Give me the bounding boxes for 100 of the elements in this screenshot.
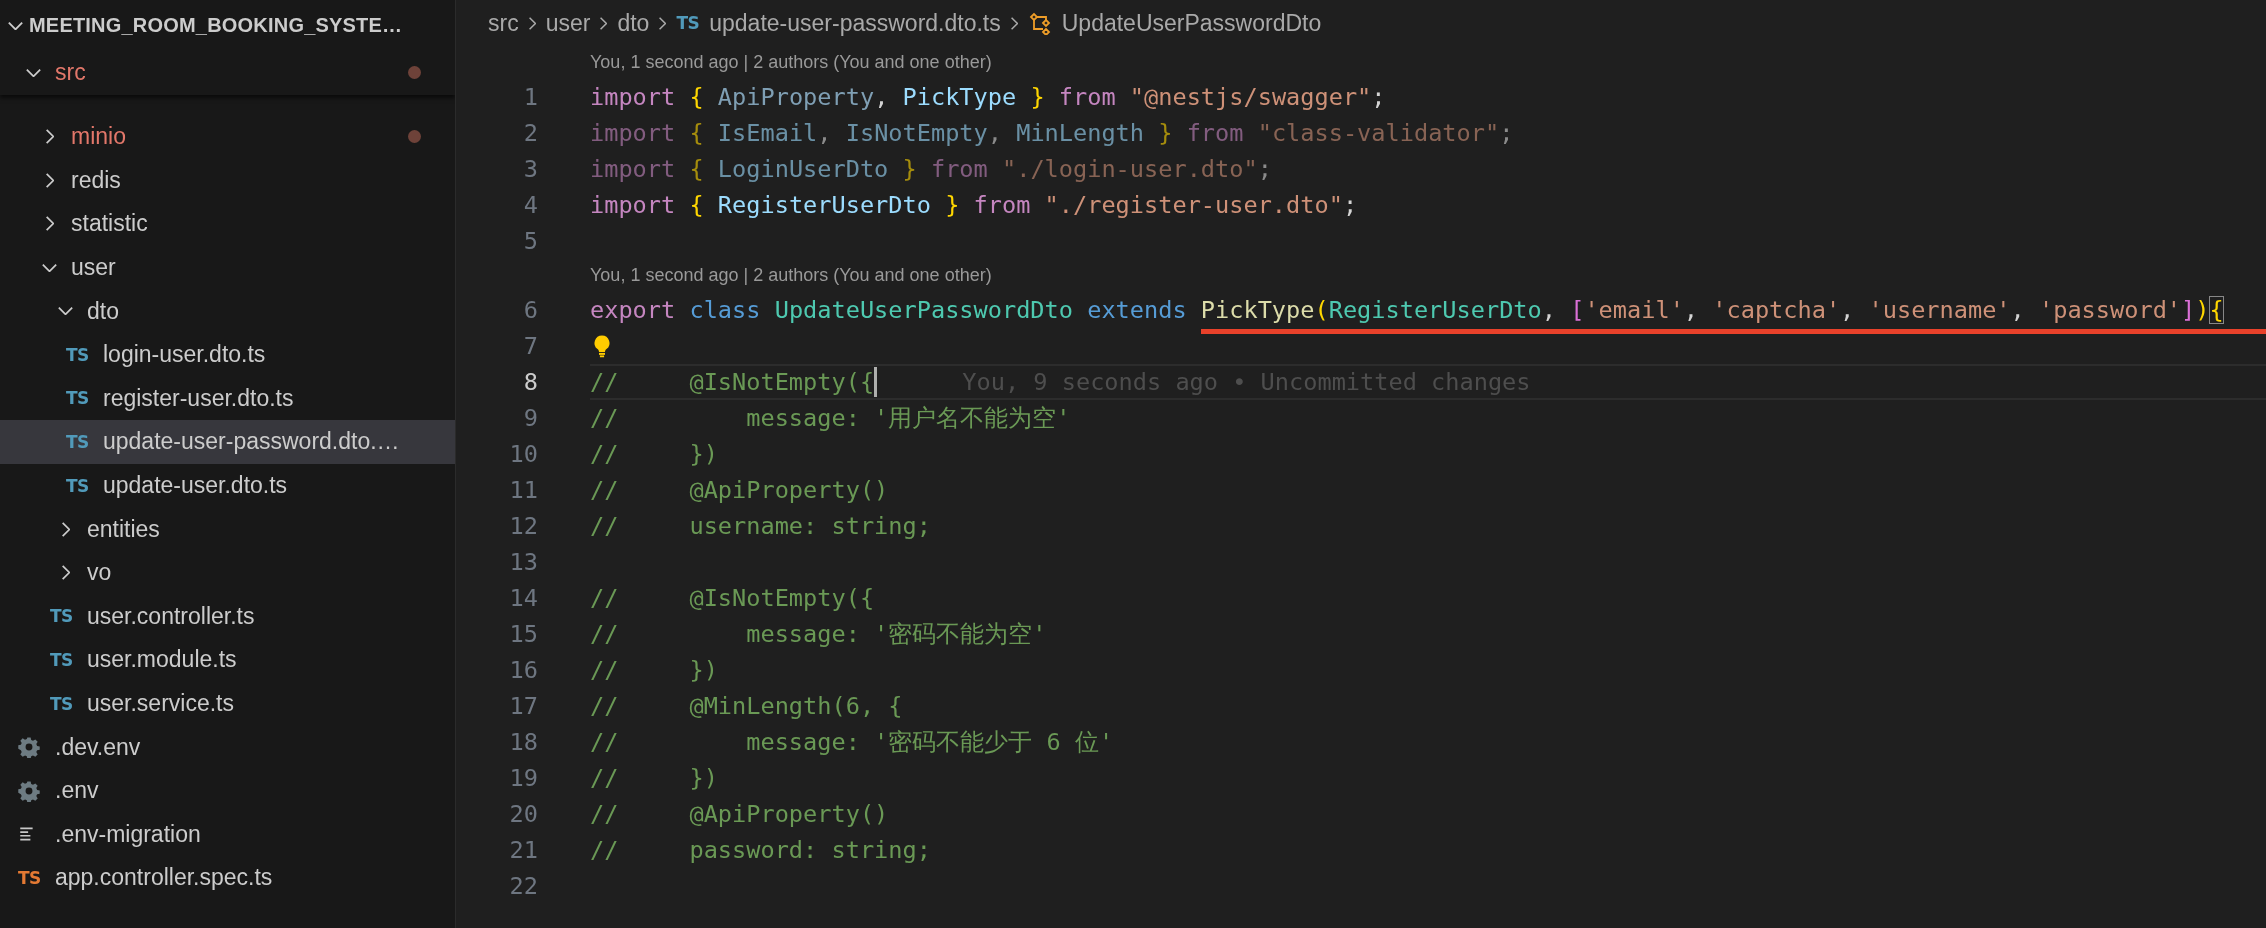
breadcrumb-item[interactable]: user [545,9,591,37]
typescript-icon: TS [66,431,89,452]
folder-row[interactable]: statistic [0,202,455,246]
code-token: ; [1371,83,1386,111]
code-token: UpdateUserPasswordDto [773,296,1073,324]
folder-row[interactable]: user [0,245,455,290]
tree-label: user.service.ts [87,690,234,717]
tree-label: redis [71,166,121,194]
code-token: // message: '用户名不能为空' [590,403,1071,434]
codelens-text[interactable]: You, 1 second ago | 2 authors (You and one other) [590,265,992,286]
line-number: 6 [522,296,538,324]
project-title[interactable]: MEETING_ROOM_BOOKING_SYSTE… [29,14,403,37]
code-token: } [944,191,960,219]
breadcrumb-item[interactable]: dto [617,9,650,37]
code-token: IsNotEmpty [845,119,988,147]
text-cursor [874,367,878,397]
line-number: 9 [522,404,538,432]
file-row[interactable]: TS app.controller.spec.ts [0,856,455,900]
code-token: IsEmail [716,119,818,147]
file-row[interactable]: TS register-user.dto.ts [0,376,455,421]
code-token: , [817,119,833,147]
codelens-text[interactable]: You, 1 second ago | 2 authors (You and one other) [590,52,992,73]
class-icon [1027,11,1052,35]
typescript-icon: TS [66,388,89,409]
code-token: PickType [902,83,1017,111]
line-number: 7 [522,332,538,360]
code-token: // }) [590,656,718,684]
code-token: ; [1342,191,1358,219]
tree-label: update-user-password.dto.… [103,428,400,456]
tree-label: user.module.ts [87,646,237,674]
line-number: 18 [508,728,538,756]
code-token: { [688,83,704,111]
tree-label: register-user.dto.ts [103,384,294,412]
file-row[interactable]: TS login-user.dto.ts [0,332,455,377]
line-number: 5 [522,227,538,255]
code-token: MinLength [1016,119,1145,147]
code-token: import [590,119,676,147]
typescript-icon: TS [676,13,700,33]
folder-row[interactable]: entities [0,507,455,551]
code-token: { [688,119,704,147]
folder-row[interactable]: minio [0,115,455,159]
code-token: // @ApiProperty() [590,476,889,504]
code-token: // message: '密码不能少于 6 位' [590,727,1114,758]
gear-icon [18,736,40,759]
code-token: // @IsNotEmpty({ [590,584,875,612]
pinned-folder-row[interactable]: src [0,51,455,95]
folder-row[interactable]: dto [0,289,455,333]
code-token: 'username' [1868,296,2011,324]
code-token: from [929,155,988,183]
breadcrumb-item[interactable]: update-user-password.dto.ts [709,9,1001,37]
typescript-icon: TS [50,649,73,670]
code-token: "./register-user.dto" [1043,191,1343,219]
code-token: // username: string; [590,512,931,540]
chevron-down-icon[interactable] [8,21,23,30]
code-token: "./login-user.dto" [1001,155,1258,183]
line-number: 22 [508,872,538,900]
line-number: 13 [508,548,538,576]
modified-dot [408,130,421,144]
line-number: 16 [508,656,538,684]
tree-label: entities [87,515,160,543]
code-token: ; [1499,119,1514,147]
tree-label: app.controller.spec.ts [55,864,273,892]
code-token: 'email' [1584,296,1684,324]
line-number: 21 [508,836,538,864]
tree-label: .env [55,777,99,805]
file-row[interactable]: TS user.module.ts [0,638,455,682]
line-number: 1 [522,83,538,111]
code-token: , [1541,296,1557,324]
tree-label: src [55,59,86,87]
chevron-right-icon [659,16,667,30]
line-number: 4 [522,191,538,219]
folder-row[interactable]: redis [0,158,455,203]
code-token: 'captcha' [1712,296,1841,324]
selected-file-row[interactable]: TS update-user-password.dto.… [0,420,455,464]
gear-icon [18,779,40,802]
code-token: , [2010,296,2026,324]
tree-label: .env-migration [55,820,201,848]
line-number: 10 [508,440,538,468]
code-token: ApiProperty [716,83,875,111]
breadcrumb-item[interactable]: src [488,9,519,37]
folder-row[interactable]: vo [0,550,455,595]
line-number: 2 [522,119,538,147]
file-row[interactable]: TS update-user.dto.ts [0,463,455,508]
line-number: 12 [508,512,538,540]
code-token: } [1029,83,1045,111]
file-row[interactable]: .dev.env [0,725,455,769]
line-number: 3 [522,155,538,183]
breadcrumb-item[interactable]: UpdateUserPasswordDto [1061,9,1322,37]
code-token: { [688,191,704,219]
file-row[interactable]: TS user.service.ts [0,681,455,726]
code-token: [ [1570,296,1585,324]
code-token: import [590,155,676,183]
tree-label: .dev.env [55,733,141,761]
chevron-right-icon [528,16,536,30]
code-token: , [874,83,890,111]
code-token: class [688,296,761,324]
code-token: PickType [1199,296,1315,324]
file-row[interactable]: .env-migration [0,812,455,857]
file-row[interactable]: .env [0,768,455,813]
file-row[interactable]: TS user.controller.ts [0,594,455,639]
